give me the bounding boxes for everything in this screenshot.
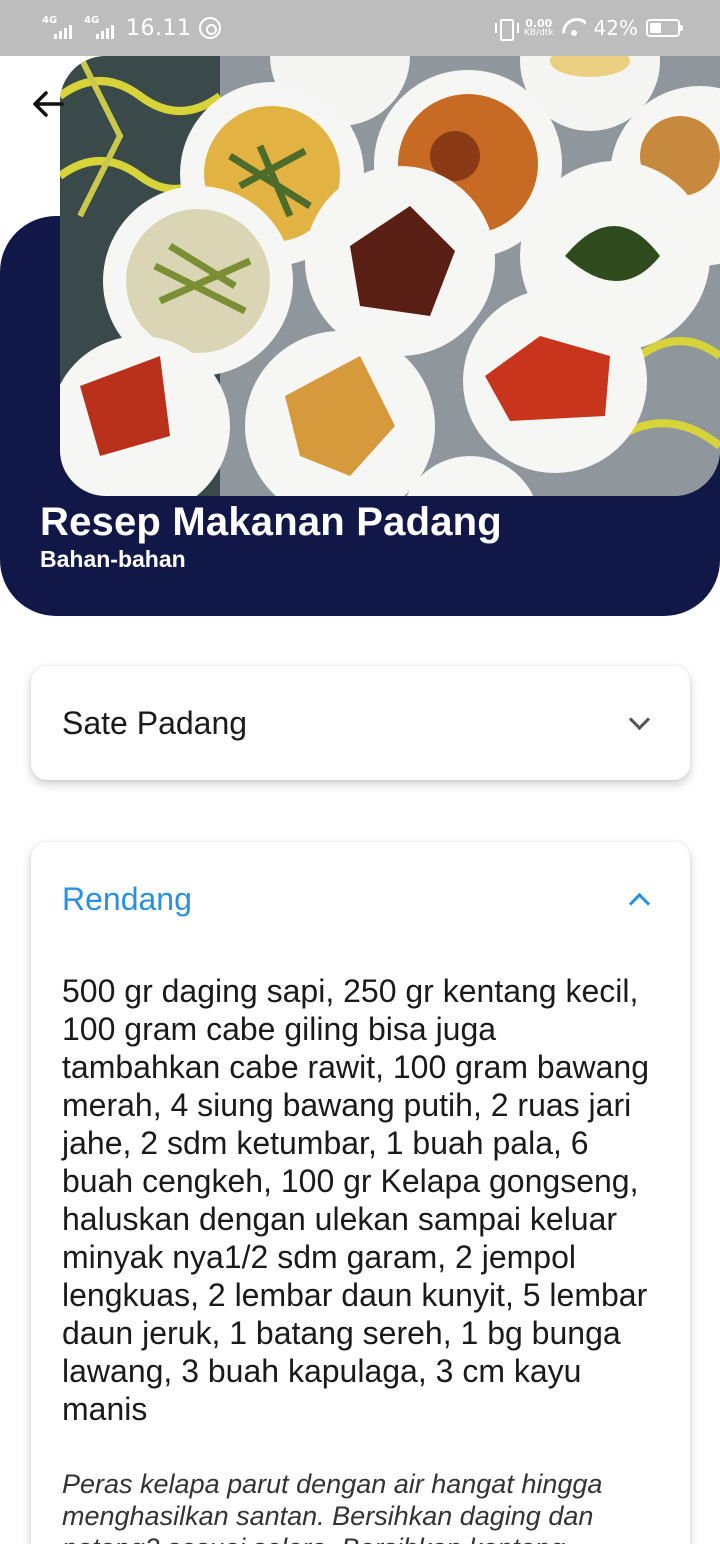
app-screen: 4G 4G 16.11 0.00 KB/dtk 42% Resep Makana… — [0, 0, 720, 1544]
back-button[interactable] — [28, 84, 68, 124]
recipe-card-sate-padang[interactable]: Sate Padang — [31, 666, 690, 780]
hero-image — [60, 56, 720, 496]
status-left: 4G 4G 16.11 — [42, 15, 222, 41]
page-title: Resep Makanan Padang — [40, 500, 502, 544]
padang-food-image — [60, 56, 720, 496]
battery-percent: 42% — [593, 16, 638, 40]
chevron-down-icon[interactable] — [628, 712, 650, 734]
status-bar: 4G 4G 16.11 0.00 KB/dtk 42% — [0, 0, 720, 56]
network-type-2: 4G — [84, 15, 100, 26]
recipe-steps: Peras kelapa parut dengan air hangat hin… — [62, 1469, 603, 1544]
signal-2-icon: 4G — [84, 15, 114, 39]
recipe-card-rendang[interactable]: Rendang 500 gr daging sapi, 250 gr kenta… — [31, 842, 690, 1544]
whatsapp-icon — [199, 17, 222, 39]
recipe-card-header[interactable]: Sate Padang — [31, 666, 690, 780]
arrow-left-icon — [33, 91, 64, 117]
signal-1-icon: 4G — [42, 15, 72, 39]
battery-level — [650, 23, 661, 33]
page-subtitle: Bahan-bahan — [40, 546, 186, 572]
speed-unit: KB/dtk — [523, 28, 554, 38]
network-type-1: 4G — [42, 15, 58, 26]
recipe-card-header[interactable]: Rendang — [31, 842, 690, 956]
chevron-up-icon[interactable] — [628, 888, 650, 910]
recipe-title: Rendang — [62, 880, 192, 917]
clock: 16.11 — [126, 15, 192, 41]
recipe-title: Sate Padang — [62, 704, 248, 741]
status-right: 0.00 KB/dtk 42% — [494, 16, 683, 41]
battery-icon — [646, 19, 683, 37]
vibrate-icon — [494, 17, 519, 41]
network-speed: 0.00 KB/dtk — [524, 18, 554, 38]
wifi-icon — [562, 18, 586, 38]
recipe-ingredients: 500 gr daging sapi, 250 gr kentang kecil… — [62, 973, 650, 1427]
